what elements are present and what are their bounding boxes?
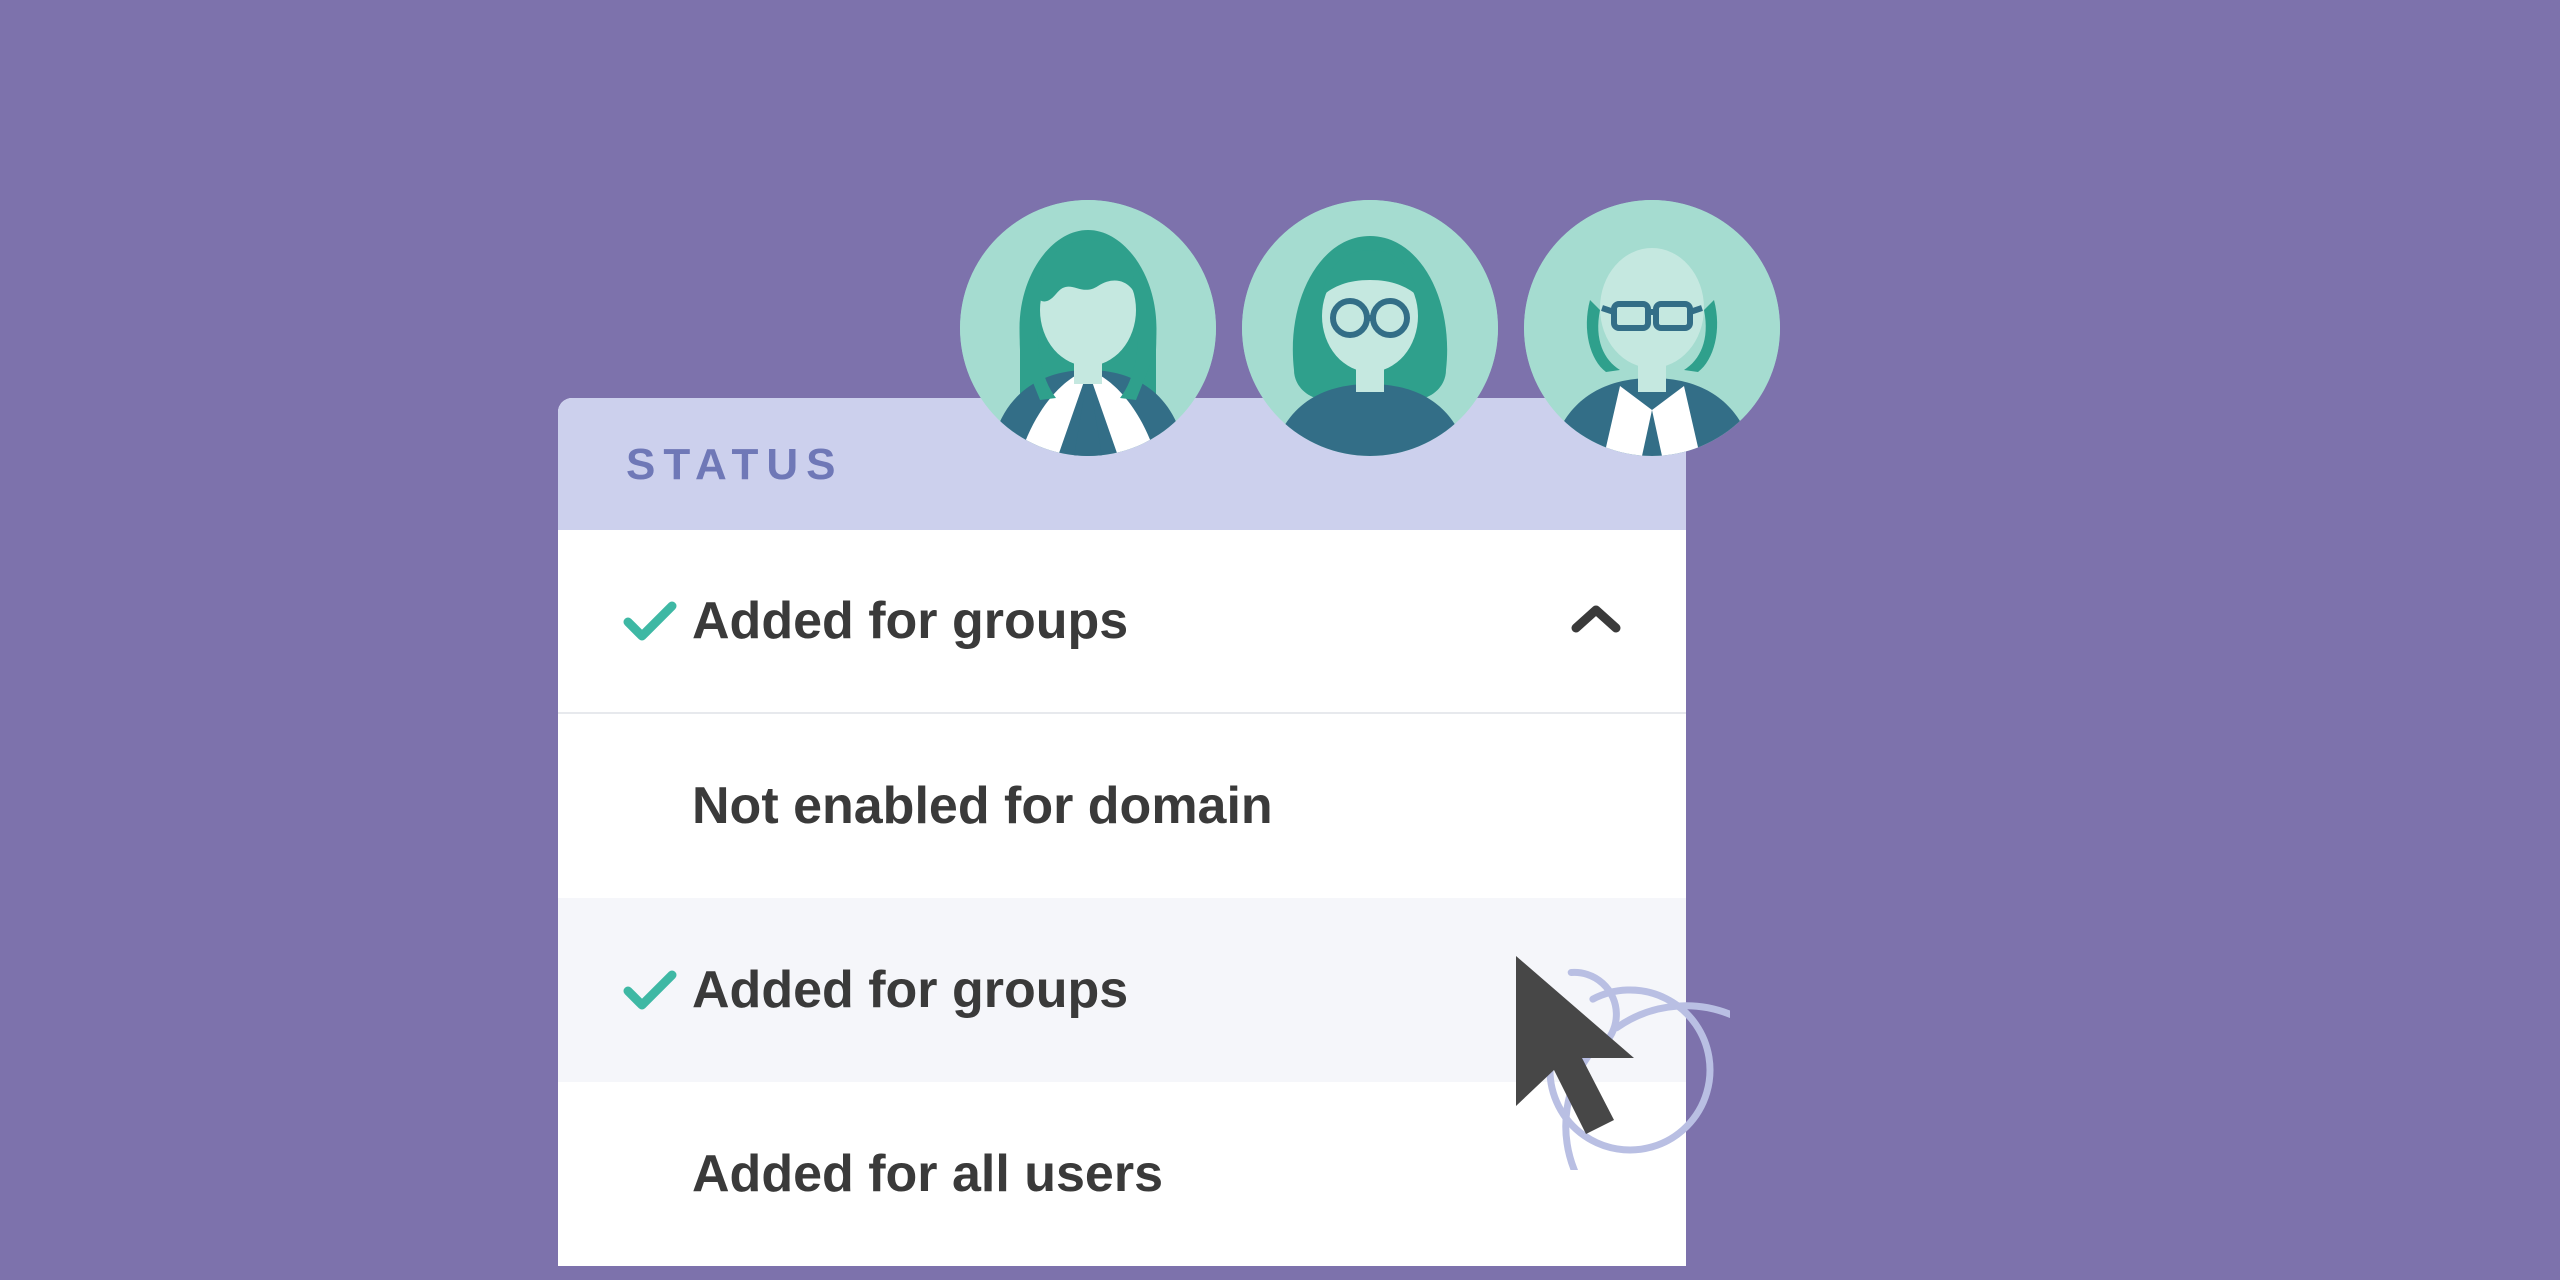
chevron-up-icon bbox=[1570, 602, 1622, 641]
checkmark-icon bbox=[622, 598, 692, 644]
dropdown-option-added-for-all-users[interactable]: Added for all users bbox=[558, 1082, 1686, 1266]
dropdown-option-added-for-groups[interactable]: Added for groups bbox=[558, 898, 1686, 1082]
checkmark-icon bbox=[622, 967, 692, 1013]
panel-header-title: STATUS bbox=[626, 440, 843, 489]
selected-option-label: Added for groups bbox=[692, 591, 1128, 651]
option-label: Added for groups bbox=[692, 960, 1128, 1020]
dropdown-option-not-enabled[interactable]: Not enabled for domain bbox=[558, 714, 1686, 898]
option-label: Added for all users bbox=[692, 1144, 1163, 1204]
illustration-stage: STATUS Added for groups Not enabled for … bbox=[0, 0, 2560, 1280]
avatar bbox=[1242, 200, 1498, 456]
avatar bbox=[960, 200, 1216, 456]
user-avatars-row bbox=[960, 200, 1780, 456]
option-label: Not enabled for domain bbox=[692, 776, 1273, 836]
status-dropdown-panel: STATUS Added for groups Not enabled for … bbox=[558, 398, 1686, 1266]
avatar bbox=[1524, 200, 1780, 456]
dropdown-selected-row[interactable]: Added for groups bbox=[558, 530, 1686, 714]
